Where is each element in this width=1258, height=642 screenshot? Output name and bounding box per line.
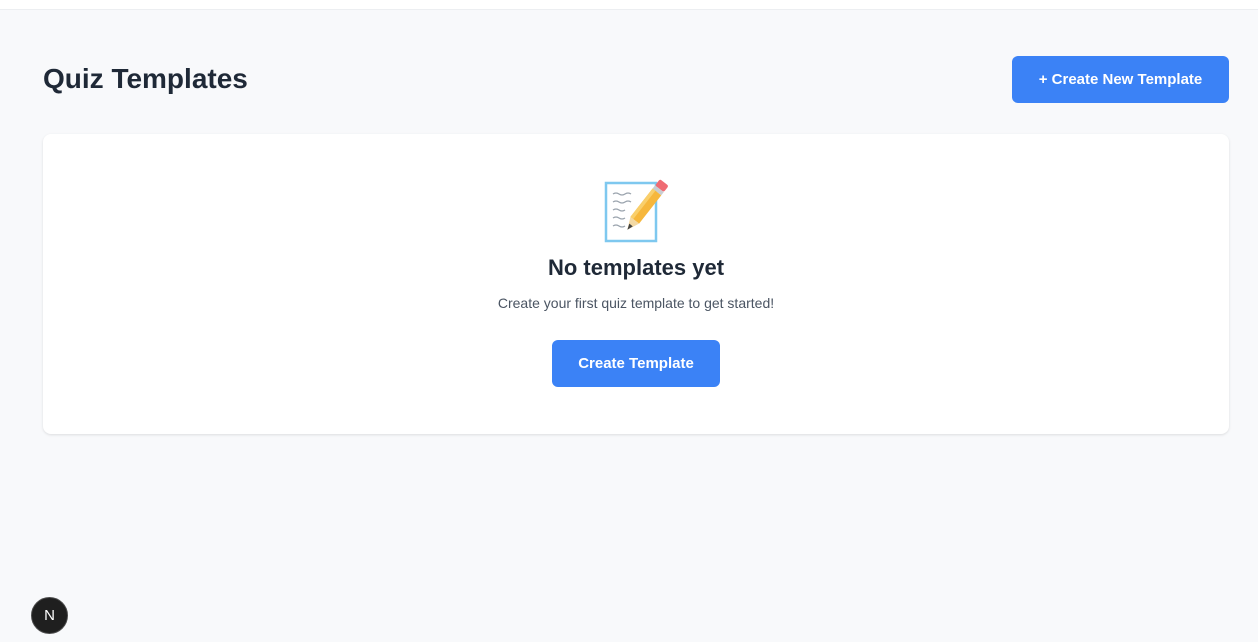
page-container: Quiz Templates + Create New Template No … [0,10,1258,642]
empty-state-title: No templates yet [547,255,725,280]
memo-pencil-icon [604,179,668,243]
page-title: Quiz Templates [43,63,248,94]
top-bar [0,0,1258,10]
create-template-button[interactable]: Create Template [552,340,720,387]
page-header: Quiz Templates + Create New Template [43,55,1229,103]
empty-state-card: No templates yet Create your first quiz … [43,134,1229,434]
create-new-template-button[interactable]: + Create New Template [1012,55,1229,103]
dev-tools-badge[interactable]: N [31,597,68,634]
empty-state-description: Create your first quiz template to get s… [497,295,775,311]
